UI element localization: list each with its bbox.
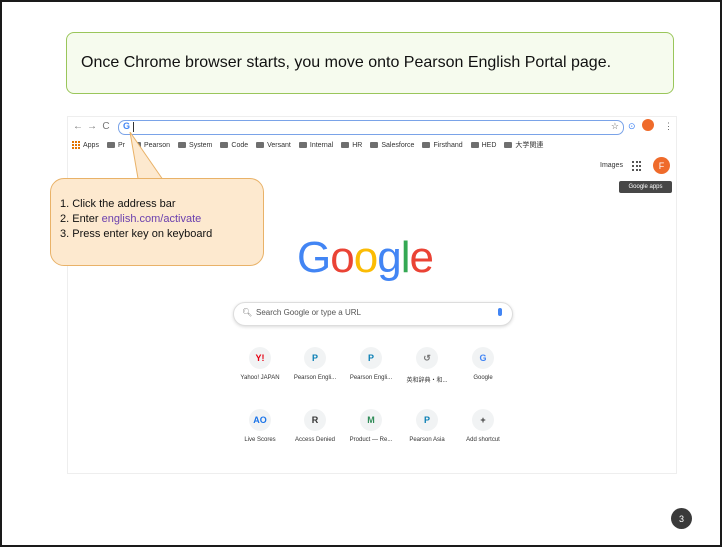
shortcut-tile[interactable]: M Product — Re... [343,409,399,449]
steps-callout: 1. Click the address bar 2. Enter englis… [50,178,264,266]
folder-icon [470,142,479,148]
text-cursor [133,122,134,132]
google-apps-tooltip: Google apps [619,181,672,193]
shortcut-tile[interactable]: AO Live Scores [232,409,288,449]
shortcut-tile[interactable]: P Pearson Asia [399,409,455,449]
bookmark-folder[interactable]: Internal [298,142,333,149]
bookmark-folder[interactable]: Salesforce [370,142,414,149]
google-logo: Google [297,233,434,282]
shortcut-icon: P [304,347,326,369]
shortcut-icon: P [360,347,382,369]
folder-icon [504,142,513,148]
bookmark-folder[interactable]: Firsthand [422,142,463,149]
shortcut-label: Google [473,375,493,381]
bookmark-folder[interactable]: Code [220,142,248,149]
reload-icon[interactable]: C [100,120,112,132]
instruction-text: Once Chrome browser starts, you move ont… [81,54,612,71]
shortcut-icon: AO [249,409,271,431]
google-apps-icon[interactable] [632,161,642,171]
shortcut-label: Yahoo! JAPAN [240,375,280,381]
shortcut-label: Pearson Engli... [349,375,393,381]
step-1: 1. Click the address bar [60,198,176,210]
step-3: 3. Press enter key on keyboard [60,228,213,240]
search-box[interactable]: 🔍︎ Search Google or type a URL [233,302,513,326]
shortcut-tile[interactable]: + Add shortcut [455,409,511,449]
folder-icon [370,142,379,148]
profile-icon[interactable] [642,119,654,131]
google-g-icon: G [123,121,131,131]
shortcut-label: Product — Re... [349,437,393,443]
menu-icon[interactable]: ⋮ [664,121,673,132]
avatar[interactable]: F [653,157,670,174]
shortcut-tile[interactable]: ↺ 英和辞典・和... [399,347,455,387]
step-2: 2. Enter english.com/activate [60,213,202,225]
bookmark-star-icon[interactable]: ☆ [611,121,619,132]
microphone-icon[interactable] [498,308,502,316]
instruction-callout: Once Chrome browser starts, you move ont… [66,32,674,94]
shortcut-tile[interactable]: P Pearson Engli... [343,347,399,387]
shortcut-tile[interactable]: P Pearson Engli... [287,347,343,387]
shortcut-icon: ↺ [416,347,438,369]
shortcut-label: Access Denied [294,437,336,443]
shortcut-label: 英和辞典・和... [406,378,448,384]
shortcut-icon: Y! [249,347,271,369]
search-icon: 🔍︎ [242,308,253,317]
bookmark-folder[interactable]: HED [470,142,496,149]
shortcut-label: Add shortcut [466,437,500,443]
shortcut-label: Pearson Asia [409,437,445,443]
shortcut-tile[interactable]: Y! Yahoo! JAPAN [232,347,288,387]
back-icon[interactable]: ← [72,120,84,132]
slide: Once Chrome browser starts, you move ont… [0,0,722,547]
shortcut-icon: P [416,409,438,431]
bookmark-folder[interactable]: Versant [256,142,291,149]
activate-url: english.com/activate [101,213,202,225]
apps-grid-icon [72,141,80,149]
folder-icon [256,142,265,148]
bookmark-folder[interactable]: HR [341,142,362,149]
shortcut-icon: M [360,409,382,431]
shortcut-tile[interactable]: G Google [455,347,511,387]
shortcut-label: Pearson Engli... [293,375,337,381]
folder-icon [341,142,350,148]
extension-icon[interactable]: ⊙ [628,121,636,132]
shortcut-icon: G [472,347,494,369]
folder-icon [422,142,431,148]
forward-icon[interactable]: → [86,120,98,132]
shortcut-label: Live Scores [244,437,276,443]
shortcut-tile[interactable]: R Access Denied [287,409,343,449]
shortcut-icon: + [472,409,494,431]
shortcut-icon: R [304,409,326,431]
search-input[interactable]: Search Google or type a URL [256,308,361,317]
images-link[interactable]: Images [600,162,623,169]
folder-icon [298,142,307,148]
bookmark-folder[interactable]: 大学関連 [504,140,543,150]
page-number: 3 [671,508,692,529]
